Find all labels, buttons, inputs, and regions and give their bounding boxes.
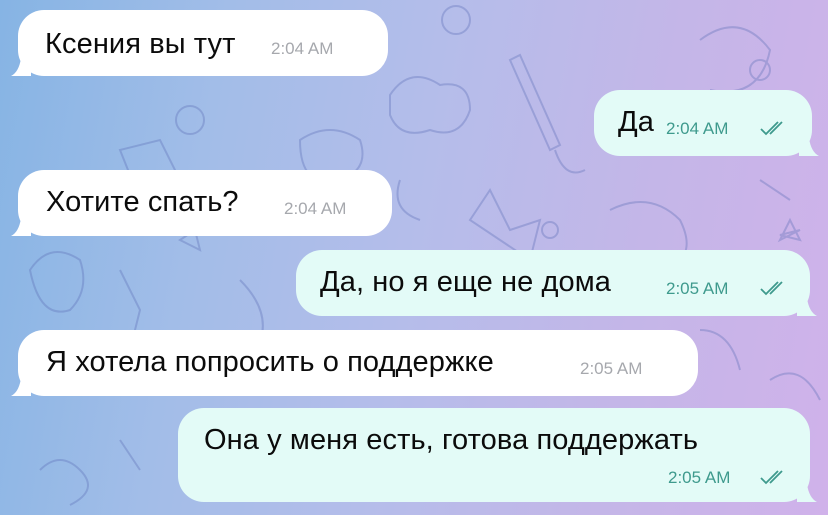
bubble-tail: [797, 294, 817, 316]
double-check-icon: [760, 281, 783, 296]
message-incoming[interactable]: Хотите спать? 2:04 AM: [11, 170, 392, 236]
double-check-icon: [760, 470, 783, 485]
double-check-icon: [760, 121, 783, 136]
message-outgoing[interactable]: Да 2:04 AM: [594, 90, 819, 156]
message-incoming[interactable]: Ксения вы тут 2:04 AM: [11, 10, 388, 76]
bubble-tail: [11, 374, 31, 396]
message-outgoing[interactable]: Да, но я еще не дома 2:05 AM: [296, 250, 817, 316]
bubble-tail: [11, 54, 31, 76]
message-time: 2:05 AM: [668, 468, 731, 487]
message-time: 2:04 AM: [666, 119, 729, 138]
message-text: Да, но я еще не дома: [320, 266, 612, 298]
message-outgoing[interactable]: Она у меня есть, готова поддержать 2:05 …: [178, 408, 817, 502]
bubble-tail: [797, 480, 817, 502]
message-time: 2:05 AM: [666, 279, 729, 298]
bubble-tail: [11, 214, 31, 236]
message-time: 2:04 AM: [271, 39, 334, 58]
message-text: Она у меня есть, готова поддержать: [204, 424, 699, 456]
message-text: Ксения вы тут: [45, 28, 236, 60]
message-text: Да: [618, 106, 654, 138]
bubble-tail: [799, 134, 819, 156]
chat-background: Ксения вы тут 2:04 AM Да 2:04 AM Хотите …: [0, 0, 828, 515]
message-time: 2:04 AM: [284, 199, 347, 218]
message-time: 2:05 AM: [580, 359, 643, 378]
message-text: Хотите спать?: [46, 186, 239, 218]
message-incoming[interactable]: Я хотела попросить о поддержке 2:05 AM: [11, 330, 698, 396]
message-text: Я хотела попросить о поддержке: [46, 346, 494, 378]
